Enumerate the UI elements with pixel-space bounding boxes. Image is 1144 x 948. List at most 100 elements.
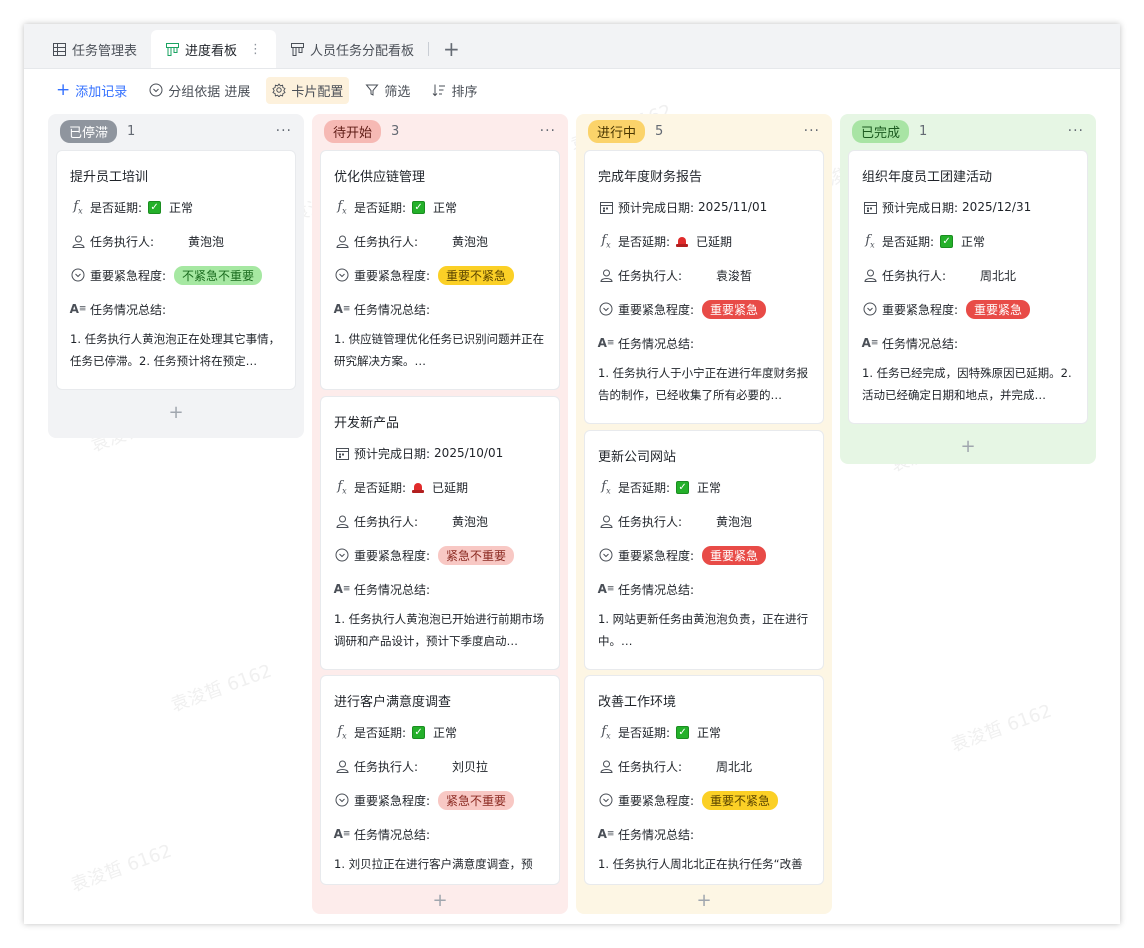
- card-field-row: 任务执行人: 周北北: [598, 749, 810, 783]
- field-label: 任务执行人:: [354, 759, 419, 774]
- card-field-row: A ≡ 任务情况总结:: [598, 326, 810, 360]
- add-card-button[interactable]: +: [576, 890, 832, 911]
- task-card[interactable]: 完成年度财务报告 预计完成日期: 2025/11/01 fx 是否延期: 已延期 任务执行人…: [584, 150, 824, 424]
- field-label: 是否延期:: [354, 200, 407, 215]
- add-card-button[interactable]: +: [312, 890, 568, 911]
- add-record-label: 添加记录: [75, 84, 128, 100]
- select-icon: [334, 547, 350, 563]
- formula-icon: fx: [865, 232, 875, 250]
- priority-tag: 不紧急不重要: [174, 265, 263, 285]
- card-field-row: 重要紧急程度: 紧急不重要: [334, 538, 546, 572]
- delayed-value: 正常: [697, 480, 722, 495]
- card-field-row: A ≡ 任务情况总结:: [334, 817, 546, 851]
- user-icon: [598, 267, 614, 283]
- column-status-pill: 进行中: [588, 119, 646, 143]
- field-label: 任务执行人:: [354, 234, 419, 249]
- card-title: 更新公司网站: [598, 450, 677, 465]
- field-label: 重要紧急程度:: [882, 302, 959, 317]
- sort-button[interactable]: 排序: [426, 77, 483, 104]
- calendar-icon: [334, 445, 350, 461]
- column-more-button[interactable]: ···: [804, 123, 820, 139]
- task-card[interactable]: 改善工作环境 fx 是否延期: ✓ 正常 任务执行人: 周北北 重要紧急程度: 重要不紧急 A ≡ 任…: [584, 675, 824, 885]
- user-icon: [334, 758, 350, 774]
- column-header: 待开始 3 ···: [312, 114, 568, 148]
- calendar-icon: [862, 199, 878, 215]
- view-tab-bar: 任务管理表 进度看板 ⋮ 人员任务分配看板 +: [24, 24, 1120, 69]
- card-field-row: A ≡ 任务情况总结:: [334, 292, 546, 326]
- card-field-row: 任务执行人: 刘贝拉: [334, 749, 546, 783]
- tab-assignment-kanban[interactable]: 人员任务分配看板: [276, 30, 428, 68]
- formula-icon: fx: [337, 723, 347, 741]
- card-config-button[interactable]: 卡片配置: [266, 76, 350, 104]
- field-label: 预计完成日期:: [882, 200, 959, 215]
- add-record-button[interactable]: + 添加记录: [50, 77, 133, 104]
- column-count: 5: [655, 123, 664, 139]
- group-by-label: 分组依据 进展: [168, 84, 251, 100]
- task-card[interactable]: 优化供应链管理 fx 是否延期: ✓ 正常 任务执行人: 黄泡泡 重要紧急程度: 重要不紧急 A ≡…: [320, 150, 560, 390]
- tab-task-table[interactable]: 任务管理表: [38, 30, 151, 68]
- delayed-value: 正常: [433, 725, 458, 740]
- column-status-pill: 已完成: [852, 119, 910, 143]
- priority-tag: 重要紧急: [702, 545, 767, 565]
- text-field-icon: A ≡: [597, 582, 615, 596]
- kanban-column: 进行中 5 ··· 完成年度财务报告 预计完成日期: 2025/11/01 fx 是否延期: 已…: [576, 114, 832, 914]
- field-label: 任务执行人:: [618, 759, 683, 774]
- assignee-value: 黄泡泡: [452, 514, 489, 529]
- task-card[interactable]: 开发新产品 预计完成日期: 2025/10/01 fx 是否延期: 已延期 任务执行人: 黄泡…: [320, 396, 560, 670]
- priority-tag: 紧急不重要: [438, 790, 515, 810]
- card-field-row: 重要紧急程度: 重要不紧急: [334, 258, 546, 292]
- column-more-button[interactable]: ···: [1068, 123, 1084, 139]
- column-more-button[interactable]: ···: [540, 123, 556, 139]
- card-field-row: fx 是否延期: ✓ 正常: [70, 190, 282, 224]
- group-by-button[interactable]: 分组依据 进展: [143, 77, 256, 104]
- field-label: 重要紧急程度:: [90, 268, 167, 283]
- card-field-row: 重要紧急程度: 重要紧急: [862, 292, 1074, 326]
- field-label: 任务情况总结:: [354, 827, 431, 842]
- priority-tag: 重要紧急: [966, 299, 1031, 319]
- text-field-icon: A ≡: [333, 582, 351, 596]
- add-view-button[interactable]: +: [429, 30, 474, 68]
- summary-text: 1. 任务执行人于小宁正在进行年度财务报告的制作，已经收集了所有必要的…: [598, 366, 809, 402]
- add-card-button[interactable]: +: [48, 402, 304, 423]
- column-header: 已停滞 1 ···: [48, 114, 304, 148]
- filter-icon: [365, 83, 379, 97]
- priority-tag: 重要不紧急: [702, 790, 779, 810]
- column-header: 已完成 1 ···: [840, 114, 1096, 148]
- card-title: 完成年度财务报告: [598, 170, 703, 185]
- formula-icon: fx: [601, 478, 611, 496]
- task-card[interactable]: 提升员工培训 fx 是否延期: ✓ 正常 任务执行人: 黄泡泡 重要紧急程度: 不紧急不重要 A ≡…: [56, 150, 296, 390]
- filter-button[interactable]: 筛选: [359, 77, 416, 104]
- select-icon: [598, 547, 614, 563]
- assignee-value: 周北北: [716, 759, 753, 774]
- user-icon: [598, 758, 614, 774]
- summary-text: 1. 任务执行人周北北正在执行任务“改善: [598, 857, 803, 871]
- card-field-row: A ≡ 任务情况总结:: [862, 326, 1074, 360]
- task-card[interactable]: 进行客户满意度调查 fx 是否延期: ✓ 正常 任务执行人: 刘贝拉 重要紧急程度: 紧急不重要…: [320, 675, 560, 885]
- kanban-column: 待开始 3 ··· 优化供应链管理 fx 是否延期: ✓ 正常 任务执行人: 黄泡泡 重要紧急程度:…: [312, 114, 568, 914]
- summary-text: 1. 任务已经完成，因特殊原因已延期。2. 活动已经确定日期和地点，并完成…: [862, 366, 1072, 402]
- summary-text: 1. 刘贝拉正在进行客户满意度调查，预: [334, 857, 533, 871]
- field-label: 重要紧急程度:: [354, 548, 431, 563]
- card-field-row: 重要紧急程度: 重要紧急: [598, 292, 810, 326]
- due-date-value: 2025/11/01: [698, 200, 768, 214]
- assignee-value: 黄泡泡: [716, 514, 753, 529]
- field-label: 任务情况总结:: [618, 582, 695, 597]
- select-icon: [334, 267, 350, 283]
- add-card-button[interactable]: +: [840, 436, 1096, 457]
- task-card[interactable]: 组织年度员工团建活动 预计完成日期: 2025/12/31 fx 是否延期: ✓ 正常 任务执…: [848, 150, 1088, 424]
- card-field-row: A ≡ 任务情况总结:: [334, 572, 546, 606]
- summary-text: 1. 网站更新任务由黄泡泡负责，正在进行中。…: [598, 612, 809, 648]
- card-field-row: A ≡ 任务情况总结:: [598, 572, 810, 606]
- task-card[interactable]: 更新公司网站 fx 是否延期: ✓ 正常 任务执行人: 黄泡泡 重要紧急程度: 重要紧急 A ≡ 任务…: [584, 430, 824, 670]
- kanban-icon: [290, 42, 304, 56]
- tab-more-icon[interactable]: ⋮: [249, 42, 262, 57]
- column-more-button[interactable]: ···: [276, 123, 292, 139]
- card-field-row: 任务执行人: 袁浚皙: [598, 258, 810, 292]
- alarm-icon: [676, 236, 689, 247]
- field-label: 是否延期:: [618, 725, 671, 740]
- field-label: 重要紧急程度:: [354, 793, 431, 808]
- card-title: 进行客户满意度调查: [334, 695, 452, 710]
- field-label: 任务情况总结:: [882, 336, 959, 351]
- watermark-text: 袁浚皙 6162: [948, 700, 1055, 757]
- tab-progress-kanban[interactable]: 进度看板 ⋮: [151, 30, 277, 68]
